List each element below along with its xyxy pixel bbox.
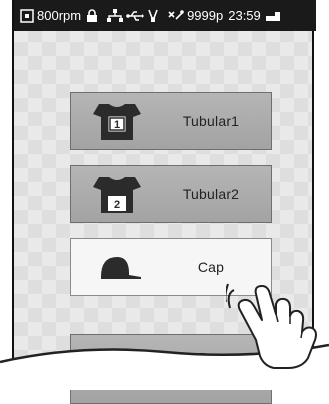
cap-label: Cap xyxy=(197,259,225,275)
pen-icon xyxy=(147,9,159,23)
stitch-icon xyxy=(168,9,184,23)
tap-hand-icon xyxy=(226,283,317,369)
stitch-count: 9999p xyxy=(187,8,224,23)
speed-readout: 800rpm xyxy=(37,8,82,23)
device-screen: 800rpm 9999p 23:59 1 Tubular1 2 Tubular2… xyxy=(0,0,329,404)
clock: 23:59 xyxy=(228,8,261,23)
tubular1-button[interactable]: 1 Tubular1 xyxy=(70,92,272,150)
tubular2-button[interactable]: 2 Tubular2 xyxy=(70,165,272,223)
network-icon xyxy=(107,8,124,23)
status-bar: 800rpm 9999p 23:59 xyxy=(14,0,316,31)
lock-icon xyxy=(86,8,98,23)
tubular1-label: Tubular1 xyxy=(182,113,240,129)
battery-icon xyxy=(265,10,280,22)
usb-icon xyxy=(126,9,145,23)
frame-icon xyxy=(20,8,34,23)
tubular2-label: Tubular2 xyxy=(182,186,240,202)
